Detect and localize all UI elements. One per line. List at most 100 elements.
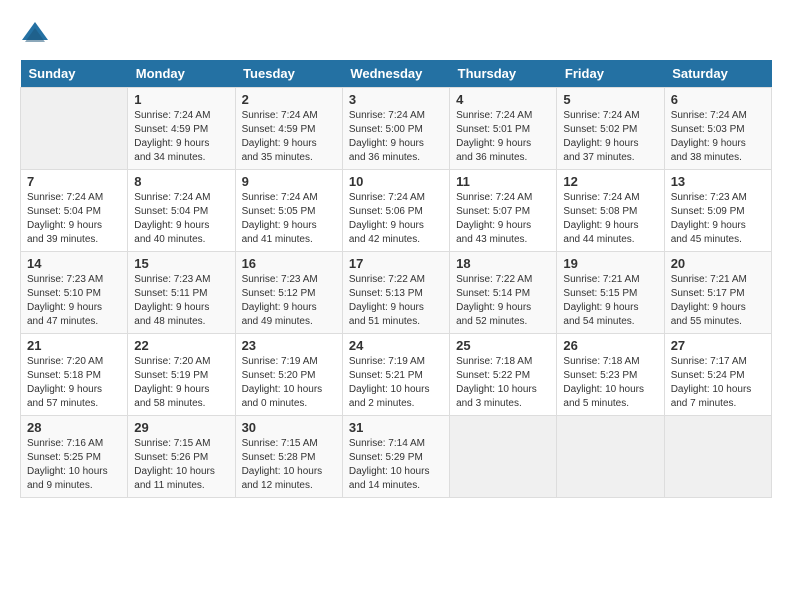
day-info: Sunrise: 7:23 AM Sunset: 5:10 PM Dayligh… xyxy=(27,273,121,329)
day-cell: 26 Sunrise: 7:18 AM Sunset: 5:23 PM Dayli… xyxy=(557,334,664,416)
day-number: 8 xyxy=(134,174,228,189)
day-info: Sunrise: 7:23 AM Sunset: 5:09 PM Dayligh… xyxy=(671,191,765,247)
day-number: 24 xyxy=(349,338,443,353)
day-number: 18 xyxy=(456,256,550,271)
day-cell: 14 Sunrise: 7:23 AM Sunset: 5:10 PM Dayli… xyxy=(21,252,128,334)
day-cell: 24 Sunrise: 7:19 AM Sunset: 5:21 PM Dayli… xyxy=(342,334,449,416)
day-cell: 7 Sunrise: 7:24 AM Sunset: 5:04 PM Daylig… xyxy=(21,170,128,252)
day-info: Sunrise: 7:20 AM Sunset: 5:19 PM Dayligh… xyxy=(134,355,228,411)
header-row: SundayMondayTuesdayWednesdayThursdayFrid… xyxy=(21,60,772,88)
day-number: 26 xyxy=(563,338,657,353)
header-cell-tuesday: Tuesday xyxy=(235,60,342,88)
day-info: Sunrise: 7:24 AM Sunset: 5:08 PM Dayligh… xyxy=(563,191,657,247)
day-info: Sunrise: 7:18 AM Sunset: 5:22 PM Dayligh… xyxy=(456,355,550,411)
day-info: Sunrise: 7:24 AM Sunset: 5:07 PM Dayligh… xyxy=(456,191,550,247)
day-number: 9 xyxy=(242,174,336,189)
day-cell: 17 Sunrise: 7:22 AM Sunset: 5:13 PM Dayli… xyxy=(342,252,449,334)
calendar-table: SundayMondayTuesdayWednesdayThursdayFrid… xyxy=(20,60,772,498)
day-info: Sunrise: 7:15 AM Sunset: 5:26 PM Dayligh… xyxy=(134,437,228,493)
day-info: Sunrise: 7:21 AM Sunset: 5:17 PM Dayligh… xyxy=(671,273,765,329)
day-number: 29 xyxy=(134,420,228,435)
day-cell: 19Sunrise: 7:21 AM Sunset: 5:15 PM Dayli… xyxy=(557,252,664,334)
day-number: 4 xyxy=(456,92,550,107)
day-number: 22 xyxy=(134,338,228,353)
day-info: Sunrise: 7:18 AM Sunset: 5:23 PM Dayligh… xyxy=(563,355,657,411)
week-row: 28 Sunrise: 7:16 AM Sunset: 5:25 PM Dayli… xyxy=(21,416,772,498)
day-cell: 16 Sunrise: 7:23 AM Sunset: 5:12 PM Dayli… xyxy=(235,252,342,334)
day-info: Sunrise: 7:24 AM Sunset: 5:02 PM Dayligh… xyxy=(563,109,657,165)
day-cell: 13Sunrise: 7:23 AM Sunset: 5:09 PM Dayli… xyxy=(664,170,771,252)
week-row: 1Sunrise: 7:24 AM Sunset: 4:59 PM Daylig… xyxy=(21,88,772,170)
day-number: 25 xyxy=(456,338,550,353)
day-info: Sunrise: 7:17 AM Sunset: 5:24 PM Dayligh… xyxy=(671,355,765,411)
week-row: 21 Sunrise: 7:20 AM Sunset: 5:18 PM Dayli… xyxy=(21,334,772,416)
day-cell: 27 Sunrise: 7:17 AM Sunset: 5:24 PM Dayli… xyxy=(664,334,771,416)
day-number: 11 xyxy=(456,174,550,189)
day-number: 31 xyxy=(349,420,443,435)
day-cell: 3 Sunrise: 7:24 AM Sunset: 5:00 PM Daylig… xyxy=(342,88,449,170)
header-cell-thursday: Thursday xyxy=(450,60,557,88)
day-info: Sunrise: 7:14 AM Sunset: 5:29 PM Dayligh… xyxy=(349,437,443,493)
day-info: Sunrise: 7:24 AM Sunset: 5:06 PM Dayligh… xyxy=(349,191,443,247)
day-cell xyxy=(450,416,557,498)
page-header xyxy=(20,20,772,50)
day-cell: 31 Sunrise: 7:14 AM Sunset: 5:29 PM Dayli… xyxy=(342,416,449,498)
day-info: Sunrise: 7:24 AM Sunset: 5:05 PM Dayligh… xyxy=(242,191,336,247)
day-number: 27 xyxy=(671,338,765,353)
calendar-body: 1Sunrise: 7:24 AM Sunset: 4:59 PM Daylig… xyxy=(21,88,772,498)
day-number: 20 xyxy=(671,256,765,271)
logo-icon xyxy=(20,20,50,50)
day-number: 28 xyxy=(27,420,121,435)
day-cell: 21 Sunrise: 7:20 AM Sunset: 5:18 PM Dayli… xyxy=(21,334,128,416)
day-number: 17 xyxy=(349,256,443,271)
day-cell: 23Sunrise: 7:19 AM Sunset: 5:20 PM Dayli… xyxy=(235,334,342,416)
day-info: Sunrise: 7:20 AM Sunset: 5:18 PM Dayligh… xyxy=(27,355,121,411)
day-number: 15 xyxy=(134,256,228,271)
day-info: Sunrise: 7:24 AM Sunset: 5:00 PM Dayligh… xyxy=(349,109,443,165)
day-cell: 4Sunrise: 7:24 AM Sunset: 5:01 PM Daylig… xyxy=(450,88,557,170)
day-cell: 9 Sunrise: 7:24 AM Sunset: 5:05 PM Daylig… xyxy=(235,170,342,252)
logo xyxy=(20,20,54,50)
day-info: Sunrise: 7:15 AM Sunset: 5:28 PM Dayligh… xyxy=(242,437,336,493)
day-cell: 11 Sunrise: 7:24 AM Sunset: 5:07 PM Dayli… xyxy=(450,170,557,252)
day-number: 16 xyxy=(242,256,336,271)
day-info: Sunrise: 7:21 AM Sunset: 5:15 PM Dayligh… xyxy=(563,273,657,329)
day-cell: 8 Sunrise: 7:24 AM Sunset: 5:04 PM Daylig… xyxy=(128,170,235,252)
day-number: 21 xyxy=(27,338,121,353)
day-cell: 29 Sunrise: 7:15 AM Sunset: 5:26 PM Dayli… xyxy=(128,416,235,498)
day-cell: 25 Sunrise: 7:18 AM Sunset: 5:22 PM Dayli… xyxy=(450,334,557,416)
day-number: 23 xyxy=(242,338,336,353)
day-cell: 18 Sunrise: 7:22 AM Sunset: 5:14 PM Dayli… xyxy=(450,252,557,334)
week-row: 14 Sunrise: 7:23 AM Sunset: 5:10 PM Dayli… xyxy=(21,252,772,334)
day-info: Sunrise: 7:16 AM Sunset: 5:25 PM Dayligh… xyxy=(27,437,121,493)
day-info: Sunrise: 7:23 AM Sunset: 5:12 PM Dayligh… xyxy=(242,273,336,329)
day-number: 2 xyxy=(242,92,336,107)
day-number: 3 xyxy=(349,92,443,107)
day-cell: 28 Sunrise: 7:16 AM Sunset: 5:25 PM Dayli… xyxy=(21,416,128,498)
day-info: Sunrise: 7:24 AM Sunset: 5:03 PM Dayligh… xyxy=(671,109,765,165)
day-info: Sunrise: 7:24 AM Sunset: 4:59 PM Dayligh… xyxy=(242,109,336,165)
header-cell-wednesday: Wednesday xyxy=(342,60,449,88)
calendar-header: SundayMondayTuesdayWednesdayThursdayFrid… xyxy=(21,60,772,88)
day-cell xyxy=(557,416,664,498)
day-number: 6 xyxy=(671,92,765,107)
day-info: Sunrise: 7:19 AM Sunset: 5:21 PM Dayligh… xyxy=(349,355,443,411)
header-cell-sunday: Sunday xyxy=(21,60,128,88)
day-info: Sunrise: 7:24 AM Sunset: 4:59 PM Dayligh… xyxy=(134,109,228,165)
day-cell: 6 Sunrise: 7:24 AM Sunset: 5:03 PM Daylig… xyxy=(664,88,771,170)
day-cell: 15 Sunrise: 7:23 AM Sunset: 5:11 PM Dayli… xyxy=(128,252,235,334)
day-cell xyxy=(664,416,771,498)
day-info: Sunrise: 7:24 AM Sunset: 5:04 PM Dayligh… xyxy=(134,191,228,247)
day-number: 10 xyxy=(349,174,443,189)
week-row: 7 Sunrise: 7:24 AM Sunset: 5:04 PM Daylig… xyxy=(21,170,772,252)
day-cell: 12Sunrise: 7:24 AM Sunset: 5:08 PM Dayli… xyxy=(557,170,664,252)
header-cell-saturday: Saturday xyxy=(664,60,771,88)
day-info: Sunrise: 7:22 AM Sunset: 5:14 PM Dayligh… xyxy=(456,273,550,329)
day-number: 5 xyxy=(563,92,657,107)
day-number: 30 xyxy=(242,420,336,435)
day-number: 14 xyxy=(27,256,121,271)
day-info: Sunrise: 7:23 AM Sunset: 5:11 PM Dayligh… xyxy=(134,273,228,329)
day-info: Sunrise: 7:22 AM Sunset: 5:13 PM Dayligh… xyxy=(349,273,443,329)
day-info: Sunrise: 7:24 AM Sunset: 5:04 PM Dayligh… xyxy=(27,191,121,247)
day-number: 7 xyxy=(27,174,121,189)
